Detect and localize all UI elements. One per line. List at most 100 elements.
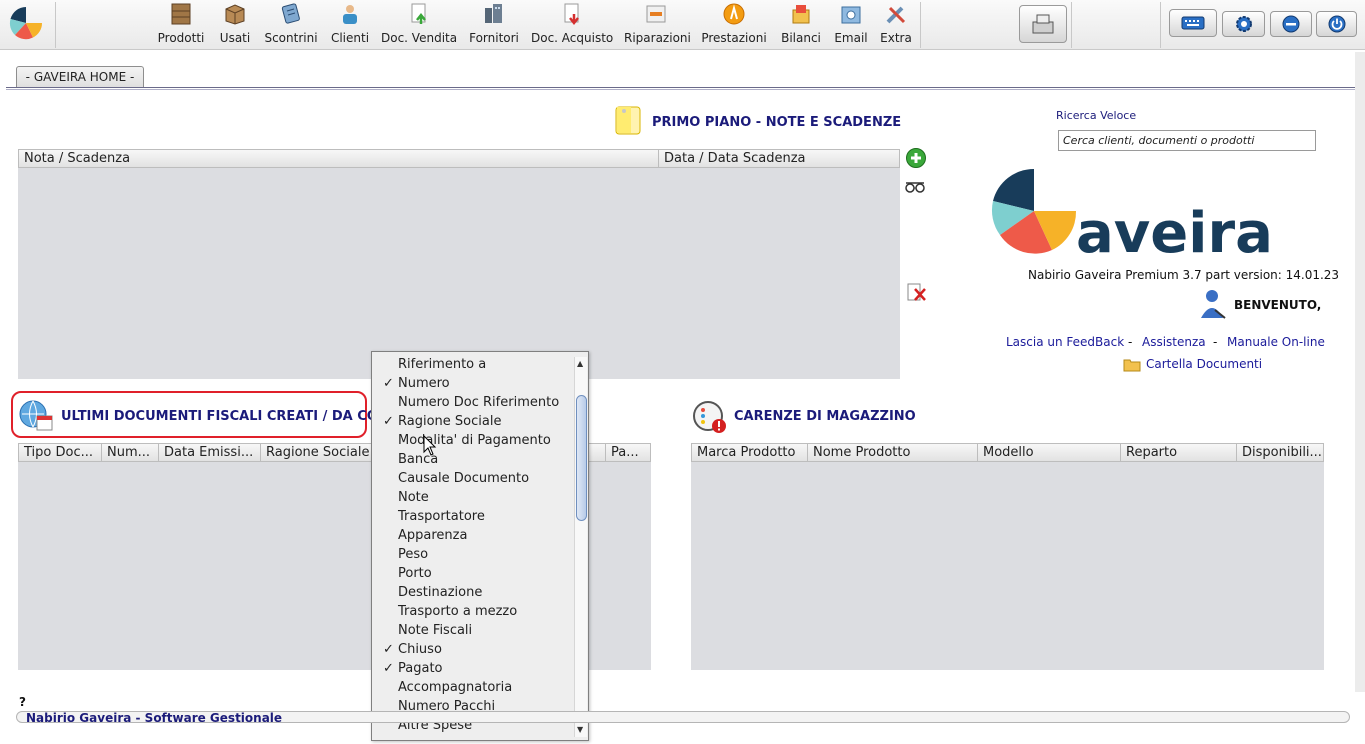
popup-menu-item-label: Accompagnatoria [398, 680, 513, 695]
scroll-down-icon[interactable]: ▼ [577, 725, 583, 734]
cash-register-button[interactable] [1019, 5, 1067, 43]
toolbar-prestazioni-button[interactable]: Prestazioni [700, 2, 768, 46]
scroll-thumb[interactable] [576, 395, 587, 521]
popup-menu-item[interactable]: Note [372, 488, 572, 507]
popup-menu-item[interactable]: Numero Doc Riferimento [372, 393, 572, 412]
extra-icon [886, 6, 906, 24]
toolbar-clienti-button[interactable]: Clienti [330, 2, 370, 46]
toolbar-doc-vendita-button[interactable]: Doc. Vendita [381, 2, 457, 46]
popup-menu-item-label: Modalita' di Pagamento [398, 433, 551, 448]
column-header[interactable]: Pa... [606, 444, 650, 461]
toolbar-label: Fornitori [469, 31, 519, 45]
search-input[interactable] [1058, 130, 1316, 151]
column-chooser-popup: Riferimento a ✓ Numero Numero Doc Riferimen… [371, 351, 589, 741]
keyboard-button[interactable] [1169, 9, 1217, 37]
power-button[interactable] [1316, 11, 1357, 37]
popup-menu-item[interactable]: Apparenza [372, 526, 572, 545]
mouse-cursor-icon [423, 435, 437, 456]
popup-menu-item-label: Porto [398, 566, 432, 581]
popup-scrollbar[interactable]: ▲ ▼ [574, 357, 587, 737]
popup-menu-item[interactable]: Note Fiscali [372, 621, 572, 640]
column-header[interactable]: Num... [102, 444, 159, 461]
feedback-link[interactable]: Lascia un FeedBack [1006, 335, 1124, 349]
cartella-documenti-link[interactable]: Cartella Documenti [1146, 357, 1262, 371]
popup-menu-item[interactable]: Destinazione [372, 583, 572, 602]
folder-icon [1123, 359, 1141, 372]
minimize-button[interactable] [1270, 11, 1312, 37]
scroll-up-icon[interactable]: ▲ [577, 359, 583, 368]
popup-menu-item[interactable]: ✓ Numero [372, 374, 572, 393]
toolbar-label: Doc. Vendita [381, 31, 458, 45]
toolbar-doc-acquisto-button[interactable]: Doc. Acquisto [531, 2, 613, 46]
toolbar-bilanci-button[interactable]: Bilanci [779, 2, 823, 46]
popup-menu-item-label: Numero Doc Riferimento [398, 395, 560, 410]
help-marker[interactable]: ? [19, 695, 26, 709]
power-icon [1328, 15, 1345, 33]
popup-menu-item[interactable]: Porto [372, 564, 572, 583]
popup-menu-item[interactable]: Modalita' di Pagamento [372, 431, 572, 450]
column-header[interactable]: Nome Prodotto [808, 444, 978, 461]
column-header[interactable]: Modello [978, 444, 1121, 461]
popup-menu-item[interactable]: ✓ Pagato [372, 659, 572, 678]
toolbar-riparazioni-button[interactable]: Riparazioni [624, 2, 691, 46]
toolbar-extra-button[interactable]: Extra [879, 2, 913, 46]
popup-menu-item[interactable]: ✓ Chiuso [372, 640, 572, 659]
client-icon [343, 5, 357, 24]
add-note-icon[interactable] [905, 147, 927, 169]
view-note-icon[interactable] [904, 177, 926, 199]
toolbar-separator [55, 2, 56, 48]
popup-menu-item-label: Trasporto a mezzo [398, 604, 518, 619]
app-logo-icon[interactable] [9, 6, 43, 40]
toolbar-separator [1160, 2, 1161, 48]
column-header[interactable]: Data Emissi... [159, 444, 261, 461]
popup-menu-item[interactable]: Riferimento a [372, 355, 572, 374]
balance-icon [792, 5, 810, 24]
notes-grid-body[interactable] [18, 168, 900, 379]
tab-gaveira-home[interactable]: - GAVEIRA HOME - [16, 66, 144, 88]
toolbar-label: Clienti [330, 31, 370, 45]
column-header[interactable]: Reparto [1121, 444, 1237, 461]
column-header[interactable]: Tipo Doc... [19, 444, 102, 461]
column-header[interactable]: Disponibili... [1237, 444, 1323, 461]
toolbar-fornitori-button[interactable]: Fornitori [468, 2, 520, 46]
settings-button[interactable] [1222, 11, 1265, 37]
popup-menu-item[interactable]: Peso [372, 545, 572, 564]
column-header[interactable]: Nota / Scadenza [19, 150, 659, 167]
toolbar-usati-button[interactable]: Usati [216, 2, 254, 46]
popup-menu-item-label: Riferimento a [398, 357, 487, 372]
link-separator: - [1128, 335, 1133, 349]
keyboard-icon [1181, 16, 1205, 30]
toolbar-prodotti-button[interactable]: Prodotti [157, 2, 205, 46]
column-header[interactable]: Data / Data Scadenza [659, 150, 899, 167]
column-header[interactable]: Marca Prodotto [692, 444, 808, 461]
stock-grid-header: Marca Prodotto Nome Prodotto Modello Rep… [691, 443, 1324, 462]
delete-note-icon[interactable] [905, 281, 927, 303]
user-icon [1201, 290, 1226, 319]
popup-menu-item[interactable]: Accompagnatoria [372, 678, 572, 697]
toolbar-label: Scontrini [264, 31, 318, 45]
box-icon [225, 4, 245, 25]
popup-menu-item[interactable]: Trasporto a mezzo [372, 602, 572, 621]
checkmark-icon: ✓ [383, 661, 394, 676]
manuale-link[interactable]: Manuale On-line [1227, 335, 1325, 349]
logo-wordmark: aveira [1076, 201, 1273, 254]
popup-menu-item-label: Apparenza [398, 528, 468, 543]
welcome-text: BENVENUTO, [1234, 298, 1322, 312]
window-scrollbar[interactable] [1355, 52, 1365, 692]
assistenza-link[interactable]: Assistenza [1142, 335, 1206, 349]
notes-grid-header: Nota / Scadenza Data / Data Scadenza [18, 149, 900, 168]
link-separator: - [1213, 335, 1218, 349]
popup-menu-item[interactable]: Banca [372, 450, 572, 469]
toolbar-email-button[interactable]: Email [832, 2, 870, 46]
gaveira-logo: aveira [991, 168, 1273, 254]
minimize-icon [1282, 15, 1300, 33]
popup-menu-item[interactable]: ✓ Ragione Sociale [372, 412, 572, 431]
checkmark-icon: ✓ [383, 414, 394, 429]
stock-grid-body[interactable] [691, 462, 1324, 670]
toolbar-scontrini-button[interactable]: Scontrini [263, 2, 319, 46]
toolbar-separator [1071, 2, 1072, 48]
popup-menu-item[interactable]: Trasportatore [372, 507, 572, 526]
popup-menu-item[interactable]: Causale Documento [372, 469, 572, 488]
toolbar-label: Doc. Acquisto [531, 31, 614, 45]
popup-menu-item-label: Chiuso [398, 642, 442, 657]
